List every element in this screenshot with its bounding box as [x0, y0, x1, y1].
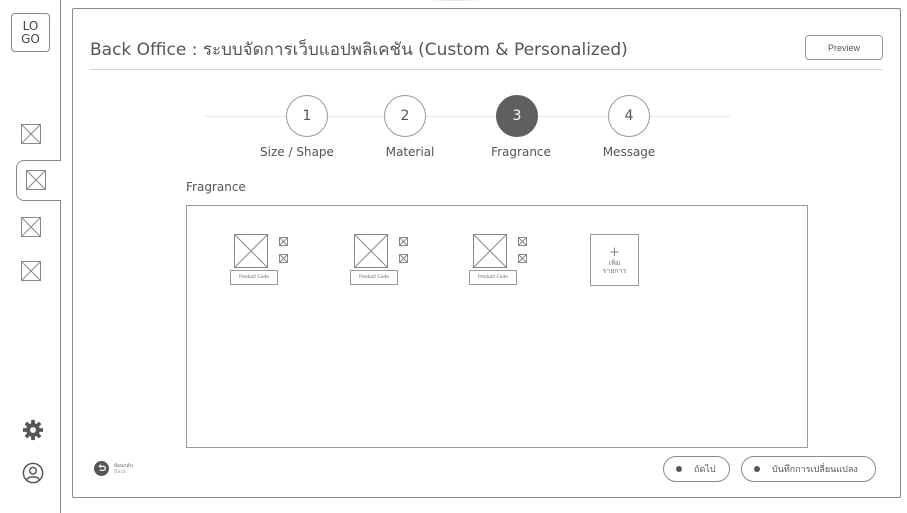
add-item-button[interactable]: + เพิ่ม รายการ — [590, 234, 639, 286]
edit-icon[interactable] — [518, 237, 527, 246]
placeholder-image-icon[interactable] — [21, 217, 41, 237]
edit-icon[interactable] — [399, 237, 408, 246]
add-item-label: เพิ่ม รายการ — [602, 258, 627, 275]
preview-button[interactable]: Preview — [805, 35, 883, 60]
section-label: Fragrance — [186, 180, 246, 194]
placeholder-image-icon[interactable] — [21, 261, 41, 281]
save-label: บันทึกการเปลี่ยนแปลง — [772, 464, 858, 474]
product-image[interactable] — [234, 234, 268, 268]
watermark-seal — [430, 0, 480, 1]
logo: LO GO — [11, 13, 50, 52]
gear-icon[interactable] — [22, 419, 44, 441]
next-button[interactable]: ถัดไป — [663, 456, 730, 482]
product-code-field[interactable]: Product Code — [469, 270, 517, 285]
step-2-label: Material — [385, 145, 435, 159]
save-changes-button[interactable]: บันทึกการเปลี่ยนแปลง — [741, 456, 876, 482]
delete-icon[interactable] — [518, 254, 527, 263]
placeholder-image-icon[interactable] — [26, 170, 46, 190]
stepper-track — [205, 116, 730, 117]
product-code-field[interactable]: Product Code — [230, 270, 278, 285]
step-3-circle[interactable]: 3 — [496, 95, 538, 137]
placeholder-image-icon[interactable] — [21, 124, 41, 144]
product-image[interactable] — [473, 234, 507, 268]
step-1-circle[interactable]: 1 — [286, 95, 328, 137]
title-divider — [90, 69, 883, 70]
step-1-label: Size / Shape — [260, 145, 334, 159]
step-4-circle[interactable]: 4 — [608, 95, 650, 137]
product-code-field[interactable]: Product Code — [350, 270, 398, 285]
back-label: ย้อนกลับ — [114, 462, 133, 469]
step-2-circle[interactable]: 2 — [384, 95, 426, 137]
dot-icon — [754, 466, 760, 472]
next-label: ถัดไป — [694, 464, 716, 474]
back-arrow-icon — [94, 461, 109, 476]
step-4-label: Message — [602, 145, 656, 159]
user-icon[interactable] — [22, 462, 44, 484]
plus-icon: + — [609, 244, 620, 260]
back-sublabel: Back — [114, 468, 127, 475]
back-button[interactable]: ย้อนกลับ Back — [94, 461, 133, 476]
delete-icon[interactable] — [399, 254, 408, 263]
edit-icon[interactable] — [279, 237, 288, 246]
dot-icon — [676, 466, 682, 472]
step-3-label: Fragrance — [491, 145, 551, 159]
page-title: Back Office : ระบบจัดการเว็บแอปพลิเคชัน … — [90, 40, 628, 60]
product-image[interactable] — [354, 234, 388, 268]
delete-icon[interactable] — [279, 254, 288, 263]
